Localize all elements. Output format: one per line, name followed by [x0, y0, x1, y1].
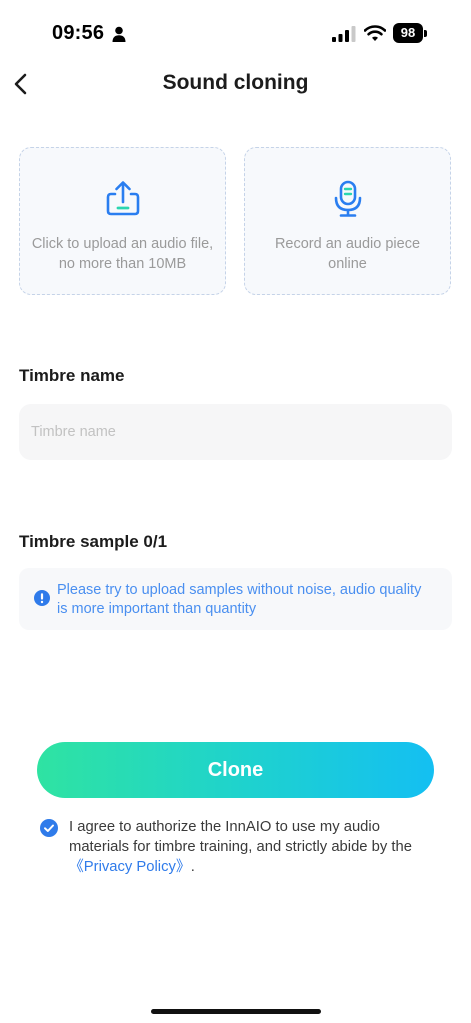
- clone-button[interactable]: Clone: [37, 742, 434, 798]
- home-indicator[interactable]: [151, 1009, 321, 1014]
- upload-audio-label: Click to upload an audio file, no more t…: [31, 236, 214, 272]
- person-icon: [112, 26, 126, 42]
- timbre-sample-heading: Timbre sample 0/1: [19, 532, 168, 551]
- agreement-checkbox[interactable]: [40, 819, 58, 837]
- notice-text: Please try to upload samples without noi…: [57, 582, 422, 617]
- microphone-icon: [334, 180, 361, 217]
- info-icon: [34, 590, 50, 606]
- upload-icon: [106, 181, 139, 216]
- record-audio-label: Record an audio piece online: [274, 236, 421, 272]
- signal-icon: [332, 26, 356, 42]
- privacy-policy-link[interactable]: 《Privacy Policy》: [69, 859, 191, 875]
- battery-level: 98: [393, 23, 423, 43]
- status-time: 09:56: [52, 22, 105, 44]
- timbre-name-heading: Timbre name: [19, 366, 125, 385]
- page-title: Sound cloning: [162, 71, 309, 94]
- nav-bar: Sound cloning: [0, 62, 471, 108]
- agreement-text: I agree to authorize the InnAIO to use m…: [69, 817, 429, 877]
- timbre-name-input[interactable]: [19, 404, 452, 460]
- record-audio-card[interactable]: Record an audio piece online: [244, 147, 451, 295]
- agreement-body: I agree to authorize the InnAIO to use m…: [69, 819, 412, 855]
- agreement-suffix: .: [190, 859, 195, 875]
- battery-icon: 98: [393, 23, 427, 43]
- wifi-icon: [364, 25, 386, 41]
- sample-notice: Please try to upload samples without noi…: [19, 568, 452, 630]
- battery-tip: [424, 30, 427, 37]
- status-bar: 09:56 98: [0, 0, 471, 62]
- upload-audio-card[interactable]: Click to upload an audio file, no more t…: [19, 147, 226, 295]
